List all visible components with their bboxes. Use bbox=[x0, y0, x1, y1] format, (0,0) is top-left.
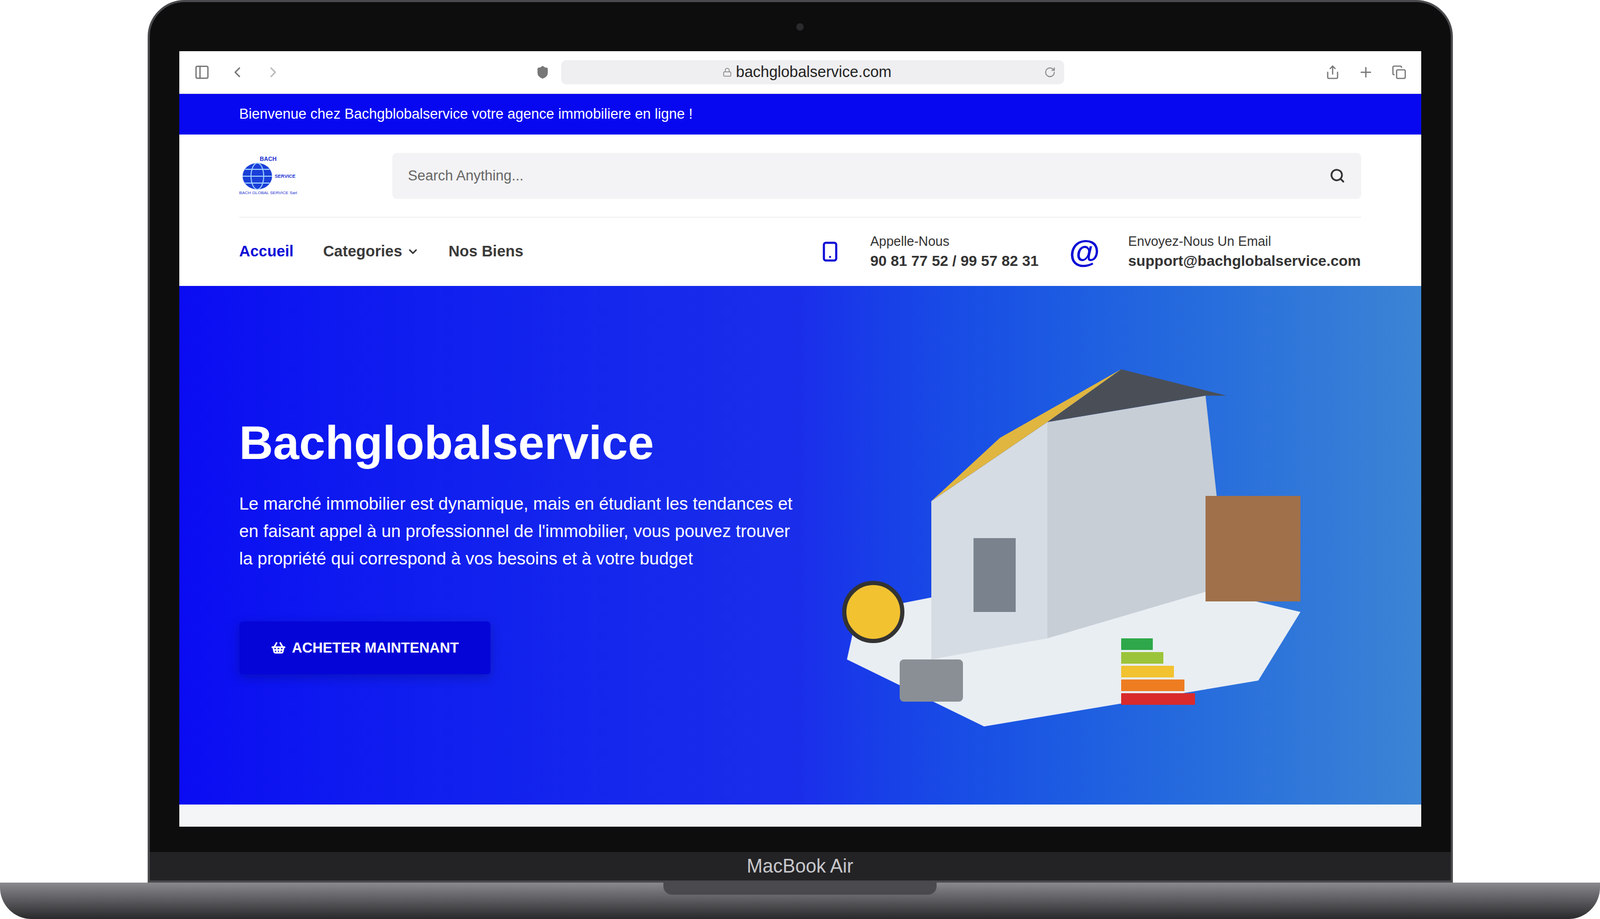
hero: Bachglobalservice Le marché immobilier es… bbox=[179, 285, 1422, 805]
contact-label: Appelle-Nous bbox=[870, 232, 1039, 250]
welcome-banner: Bienvenue chez Bachgblobalservice votre … bbox=[179, 93, 1422, 135]
forward-icon[interactable] bbox=[264, 63, 282, 81]
content-strip bbox=[179, 804, 1422, 827]
nav-bar: Accueil Categories Nos Biens Appelle-Nous90… bbox=[239, 217, 1362, 286]
device-label: MacBook Air bbox=[746, 851, 854, 881]
phone-contact[interactable]: Appelle-Nous90 81 77 52 / 99 57 82 31 bbox=[819, 232, 1039, 271]
chevron-down-icon bbox=[406, 245, 420, 258]
basket-icon bbox=[271, 640, 286, 655]
base-notch bbox=[663, 882, 937, 895]
camera-icon bbox=[796, 23, 804, 31]
shield-icon[interactable] bbox=[535, 65, 550, 80]
laptop-base bbox=[0, 882, 1600, 919]
page: bachglobalservice.com Bienvenue chez Bach… bbox=[0, 0, 1600, 919]
phone-icon bbox=[819, 236, 841, 267]
contact-value: support@bachglobalservice.com bbox=[1128, 251, 1361, 271]
logo[interactable]: BACHSERVICEBACH GLOBAL SERVICE Sarl bbox=[239, 155, 298, 196]
hero-text: Le marché immobilier est dynamique, mais… bbox=[239, 489, 799, 573]
back-icon[interactable] bbox=[228, 63, 246, 81]
nav-item[interactable]: Nos Biens bbox=[448, 239, 524, 264]
nav-item[interactable]: Accueil bbox=[239, 239, 294, 264]
hero-title: Bachglobalservice bbox=[239, 416, 799, 469]
lock-icon bbox=[722, 67, 732, 77]
contact-label: Envoyez-Nous Un Email bbox=[1128, 232, 1361, 250]
search-field[interactable]: Search Anything... bbox=[392, 152, 1362, 199]
reload-icon[interactable] bbox=[1044, 66, 1056, 79]
search-icon[interactable] bbox=[1329, 167, 1346, 184]
at-icon: @ bbox=[1068, 235, 1099, 268]
contact-value: 90 81 77 52 / 99 57 82 31 bbox=[870, 251, 1039, 271]
buy-button[interactable]: ACHETER MAINTENANT bbox=[239, 621, 491, 674]
sidebar-icon[interactable] bbox=[194, 64, 210, 81]
url-field[interactable]: bachglobalservice.com bbox=[561, 60, 1065, 85]
browser-toolbar: bachglobalservice.com bbox=[179, 51, 1422, 94]
new-tab-icon[interactable] bbox=[1357, 64, 1374, 81]
header: BACHSERVICEBACH GLOBAL SERVICE Sarl Searc… bbox=[179, 134, 1422, 286]
globe-icon bbox=[241, 161, 274, 191]
share-icon[interactable] bbox=[1325, 64, 1341, 80]
laptop-lid: bachglobalservice.com Bienvenue chez Bach… bbox=[147, 0, 1453, 883]
email-contact[interactable]: @ Envoyez-Nous Un Emailsupport@bachglobal… bbox=[1068, 232, 1361, 271]
url-text: bachglobalservice.com bbox=[736, 60, 892, 84]
lid-chin: MacBook Air bbox=[149, 851, 1451, 881]
nav-item[interactable]: Categories bbox=[323, 239, 420, 264]
tabs-icon[interactable] bbox=[1391, 64, 1407, 80]
screen: bachglobalservice.com Bienvenue chez Bach… bbox=[179, 51, 1422, 827]
house-illustration bbox=[825, 363, 1316, 727]
